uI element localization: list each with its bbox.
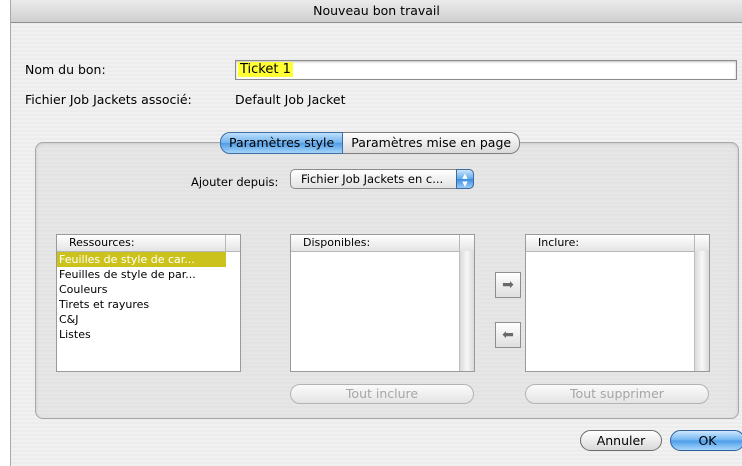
resource-item[interactable]: Tirets et rayures [57,297,240,312]
available-scrollbar[interactable] [459,251,474,371]
include-list[interactable]: Inclure: [525,234,710,372]
add-from-popup[interactable]: Fichier Job Jackets en c... ▲ ▼ [290,169,474,189]
available-list[interactable]: Disponibles: [290,234,475,372]
resource-item[interactable]: Listes [57,327,240,342]
popup-arrows-icon: ▲ ▼ [456,169,474,189]
tab-layout-settings[interactable]: Paramètres mise en page [343,132,521,154]
include-header-label: Inclure: [538,236,580,249]
resource-item[interactable]: Feuilles de style de car... [57,252,226,267]
include-all-button[interactable]: Tout inclure [290,384,474,404]
resource-item[interactable]: Feuilles de style de par... [57,267,240,282]
remove-arrow-button[interactable]: ⬅ [495,322,521,348]
include-scrollbar[interactable] [694,251,709,371]
ticket-name-value: Ticket 1 [238,62,293,77]
window-title[interactable]: Nouveau bon travail [11,0,742,23]
available-header-extra-column [459,235,474,251]
dialog-window: Nouveau bon travail Nom du bon: Ticket 1… [10,0,742,466]
include-arrow-button[interactable]: ➡ [495,272,521,298]
include-header-extra-column [694,235,709,251]
resources-header-extra-column [225,235,240,251]
remove-all-button[interactable]: Tout supprimer [525,384,709,404]
arrow-right-icon: ➡ [502,277,514,293]
include-header[interactable]: Inclure: [526,235,709,252]
ticket-name-label: Nom du bon: [25,62,106,77]
add-from-selected: Fichier Job Jackets en c... [301,172,444,186]
resource-item[interactable]: Couleurs [57,282,240,297]
resources-header[interactable]: Ressources: [57,235,240,252]
ok-button[interactable]: OK [670,430,742,451]
arrow-left-icon: ⬅ [502,327,514,343]
resources-list[interactable]: Ressources: Feuilles de style de car... … [56,234,241,372]
job-jacket-file-label: Fichier Job Jackets associé: [25,92,192,107]
available-header-label: Disponibles: [303,236,371,249]
resource-item[interactable]: C&J [57,312,240,327]
resources-header-label: Ressources: [69,236,135,249]
job-jacket-file-value: Default Job Jacket [235,92,346,107]
cancel-button[interactable]: Annuler [580,430,662,451]
available-header[interactable]: Disponibles: [291,235,474,252]
add-from-label: Ajouter depuis: [191,175,279,189]
tab-style-settings[interactable]: Paramètres style [220,132,344,154]
settings-tabs: Paramètres style Paramètres mise en page [220,132,521,154]
ticket-name-field[interactable]: Ticket 1 [235,60,737,80]
